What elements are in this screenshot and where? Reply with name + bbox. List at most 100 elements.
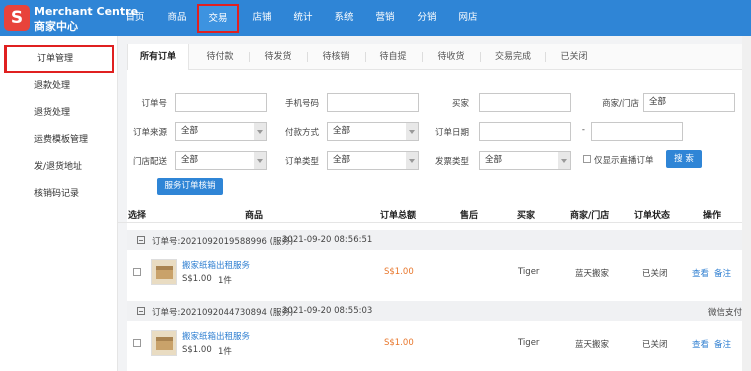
order-status: 已关闭	[642, 340, 668, 350]
tab-divider	[249, 52, 250, 62]
note-link[interactable]: 备注	[714, 338, 731, 350]
col-total: 订单总额	[380, 211, 417, 221]
vertical-scrollbar[interactable]	[742, 36, 751, 371]
tab-pending-receipt[interactable]: 待收货	[425, 44, 477, 70]
phone-label: 手机号码	[284, 99, 319, 109]
tab-closed[interactable]: 已关闭	[548, 44, 600, 70]
chevron-down-icon	[558, 152, 570, 169]
table-header-divider	[118, 222, 751, 223]
order-date-label: 订单日期	[434, 128, 469, 138]
service-order-verify-button[interactable]: 服务订单核销	[157, 178, 223, 195]
nav-marketing[interactable]: 营销	[368, 0, 402, 36]
tab-all-orders[interactable]: 所有订单	[127, 44, 189, 70]
row-select-checkbox[interactable]	[133, 268, 141, 276]
order-number: 订单号:2021092019588996 (服务)	[152, 237, 294, 247]
product-unit-price: S$1.00	[182, 274, 212, 284]
invoice-type-value: 全部	[485, 155, 503, 165]
nav-webstore[interactable]: 网店	[451, 0, 485, 36]
store-delivery-value: 全部	[181, 155, 199, 165]
nav-store[interactable]: 店铺	[245, 0, 279, 36]
order-total: S$1.00	[384, 338, 414, 348]
order-type-label: 订单类型	[284, 157, 319, 167]
date-separator: -	[581, 125, 585, 135]
row-select-checkbox[interactable]	[133, 339, 141, 347]
order-no-input[interactable]	[175, 93, 267, 112]
store-delivery-label: 门店配送	[132, 157, 167, 167]
sidebar-item-order-management[interactable]: 订单管理	[4, 45, 114, 73]
tab-pending-verify[interactable]: 待核销	[310, 44, 362, 70]
chevron-down-icon	[254, 123, 266, 140]
order-time: 2021-09-20 08:55:03	[282, 306, 373, 316]
chevron-down-icon	[254, 152, 266, 169]
col-product: 商品	[245, 211, 264, 221]
order-date-end-input[interactable]	[591, 122, 683, 141]
order-header-row: 订单号:2021092044730894 (服务) 2021-09-20 08:…	[127, 301, 751, 321]
collapse-icon[interactable]	[137, 236, 145, 244]
nav-stats[interactable]: 统计	[286, 0, 320, 36]
brand-name-cn: 商家中心	[34, 20, 78, 33]
tab-pending-shipment[interactable]: 待发货	[252, 44, 304, 70]
order-status: 已关闭	[642, 269, 668, 279]
search-button[interactable]: 搜 索	[666, 150, 702, 168]
col-after-sale: 售后	[460, 211, 479, 221]
col-merchant: 商家/门店	[570, 211, 610, 221]
tab-divider	[422, 52, 423, 62]
brand-logo-icon: S	[4, 5, 30, 31]
product-name-link[interactable]: 搬家纸箱出租服务	[182, 259, 250, 271]
sidebar-item-verify-records[interactable]: 核销码记录	[0, 181, 118, 208]
merchant-store-select[interactable]: 全部	[643, 93, 735, 112]
product-thumbnail[interactable]	[151, 259, 177, 285]
payment-method: 微信支付	[708, 308, 743, 318]
buyer-input[interactable]	[479, 93, 571, 112]
tab-divider	[480, 52, 481, 62]
invoice-type-label: 发票类型	[434, 157, 469, 167]
order-type-select[interactable]: 全部	[327, 151, 419, 170]
buyer-name: Tiger	[518, 267, 540, 277]
tab-pending-pickup[interactable]: 待自提	[367, 44, 419, 70]
merchant-name: 蓝天搬家	[575, 269, 610, 279]
chevron-down-icon	[406, 152, 418, 169]
view-link[interactable]: 查看	[692, 267, 709, 279]
merchant-name: 蓝天搬家	[575, 340, 610, 350]
collapse-icon[interactable]	[137, 307, 145, 315]
pay-method-select[interactable]: 全部	[327, 122, 419, 141]
sidebar-item-shipping-template[interactable]: 运费模板管理	[0, 127, 118, 154]
store-delivery-select[interactable]: 全部	[175, 151, 267, 170]
nav-home[interactable]: 首页	[118, 0, 152, 36]
tab-divider	[545, 52, 546, 62]
tab-divider	[307, 52, 308, 62]
note-link[interactable]: 备注	[714, 267, 731, 279]
product-thumbnail[interactable]	[151, 330, 177, 356]
order-source-value: 全部	[181, 126, 199, 136]
main-content: 所有订单 待付款 待发货 待核销 待自提 待收货 交易完成 已关闭 订单号 手机…	[118, 36, 751, 371]
col-select: 选择	[128, 211, 147, 221]
product-name-link[interactable]: 搬家纸箱出租服务	[182, 330, 250, 342]
live-only-label: 仅显示直播订单	[594, 156, 654, 166]
phone-input[interactable]	[327, 93, 419, 112]
tab-divider	[365, 52, 366, 62]
nav-trade[interactable]: 交易	[197, 4, 239, 33]
order-no-label: 订单号	[141, 99, 167, 109]
order-source-select[interactable]: 全部	[175, 122, 267, 141]
buyer-name: Tiger	[518, 338, 540, 348]
order-type-value: 全部	[333, 155, 351, 165]
view-link[interactable]: 查看	[692, 338, 709, 350]
merchant-store-label: 商家/门店	[602, 99, 639, 109]
col-buyer: 买家	[517, 211, 536, 221]
sidebar-item-return[interactable]: 退货处理	[0, 100, 118, 127]
nav-goods[interactable]: 商品	[160, 0, 194, 36]
sidebar-item-address[interactable]: 发/退货地址	[0, 154, 118, 181]
live-only-checkbox[interactable]	[583, 155, 591, 163]
table-row: 搬家纸箱出租服务 S$1.00 1件 S$1.00 Tiger 蓝天搬家 已关闭…	[127, 250, 751, 294]
nav-system[interactable]: 系统	[327, 0, 361, 36]
pay-method-value: 全部	[333, 126, 351, 136]
order-tabs: 所有订单 待付款 待发货 待核销 待自提 待收货 交易完成 已关闭	[127, 44, 751, 70]
tab-completed[interactable]: 交易完成	[483, 44, 543, 70]
invoice-type-select[interactable]: 全部	[479, 151, 571, 170]
tab-pending-payment[interactable]: 待付款	[194, 44, 246, 70]
order-date-start-input[interactable]	[479, 122, 571, 141]
sidebar-item-refund[interactable]: 退款处理	[0, 73, 118, 100]
top-nav-bar: S Merchant Centre 商家中心 首页 商品 交易 店铺 统计 系统…	[0, 0, 751, 36]
col-status: 订单状态	[634, 211, 671, 221]
nav-distribution[interactable]: 分销	[410, 0, 444, 36]
